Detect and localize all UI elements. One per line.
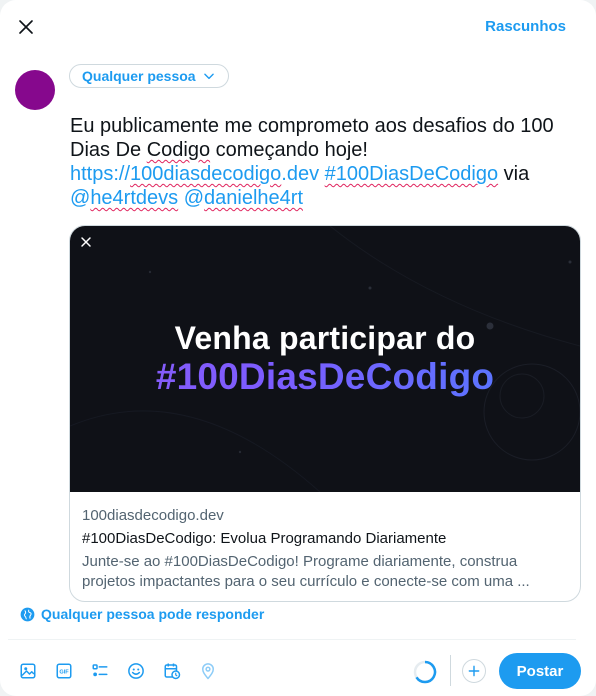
reply-permission-label: Qualquer pessoa pode responder (41, 606, 265, 622)
link-preview-card[interactable]: Venha participar do #100DiasDeCodigo 100… (69, 225, 581, 602)
tweet-mention-2[interactable]: @danielhe4rt (184, 187, 303, 209)
location-button[interactable] (190, 655, 226, 687)
add-post-button[interactable] (462, 659, 486, 683)
tweet-link[interactable]: https://100diasdecodigo.dev (70, 163, 319, 185)
post-button[interactable]: Postar (499, 653, 581, 689)
media-button[interactable] (10, 655, 46, 687)
divider (8, 639, 576, 640)
card-title: #100DiasDeCodigo: Evolua Programando Dia… (82, 530, 447, 547)
tweet-line-2: Dias De Codigo começando hoje! (70, 139, 368, 161)
compose-modal: Rascunhos Qualquer pessoa Eu publicament… (0, 0, 596, 696)
banner-line-2: #100DiasDeCodigo (70, 356, 580, 398)
banner-line-1: Venha participar do (174, 320, 476, 356)
gif-icon: GIF (56, 663, 72, 679)
schedule-button[interactable] (154, 655, 190, 687)
tweet-mention-1[interactable]: @he4rtdevs (70, 187, 178, 209)
audience-label: Qualquer pessoa (82, 68, 196, 84)
avatar[interactable] (15, 70, 55, 110)
card-info: 100diasdecodigo.dev #100DiasDeCodigo: Ev… (82, 506, 568, 592)
tweet-line-1: Eu publicamente me comprometo aos desafi… (70, 115, 554, 137)
location-icon (202, 663, 214, 680)
composer-toolbar: GIF (10, 655, 226, 687)
svg-text:GIF: GIF (59, 670, 69, 676)
card-description: Junte-se ao #100DiasDeCodigo! Programe d… (82, 553, 530, 590)
tweet-text-input[interactable]: Eu publicamente me comprometo aos desafi… (70, 114, 580, 210)
plus-icon (468, 665, 480, 677)
card-image: Venha participar do #100DiasDeCodigo (70, 226, 580, 492)
tweet-hashtag[interactable]: #100DiasDeCodigo (325, 163, 498, 185)
tweet-line-4: @he4rtdevs @danielhe4rt (70, 186, 580, 210)
emoji-button[interactable] (118, 655, 154, 687)
audience-selector[interactable]: Qualquer pessoa (69, 64, 229, 88)
emoji-icon (128, 663, 144, 679)
poll-icon (92, 664, 108, 677)
chevron-down-icon (203, 73, 214, 80)
card-domain: 100diasdecodigo.dev (82, 507, 224, 524)
reply-permission-button[interactable]: Qualquer pessoa pode responder (20, 606, 264, 622)
image-icon (20, 663, 36, 679)
close-icon (81, 237, 91, 247)
poll-button[interactable] (82, 655, 118, 687)
character-counter (413, 660, 437, 684)
toolbar-separator (450, 655, 451, 686)
close-icon (19, 20, 33, 34)
close-button[interactable] (9, 10, 43, 44)
tweet-line-3: https://100diasdecodigo.dev #100DiasDeCo… (70, 163, 530, 185)
schedule-icon (164, 663, 181, 680)
gif-button[interactable]: GIF (46, 655, 82, 687)
globe-icon (20, 607, 35, 621)
drafts-button[interactable]: Rascunhos (485, 18, 566, 35)
remove-card-button[interactable] (76, 232, 96, 252)
